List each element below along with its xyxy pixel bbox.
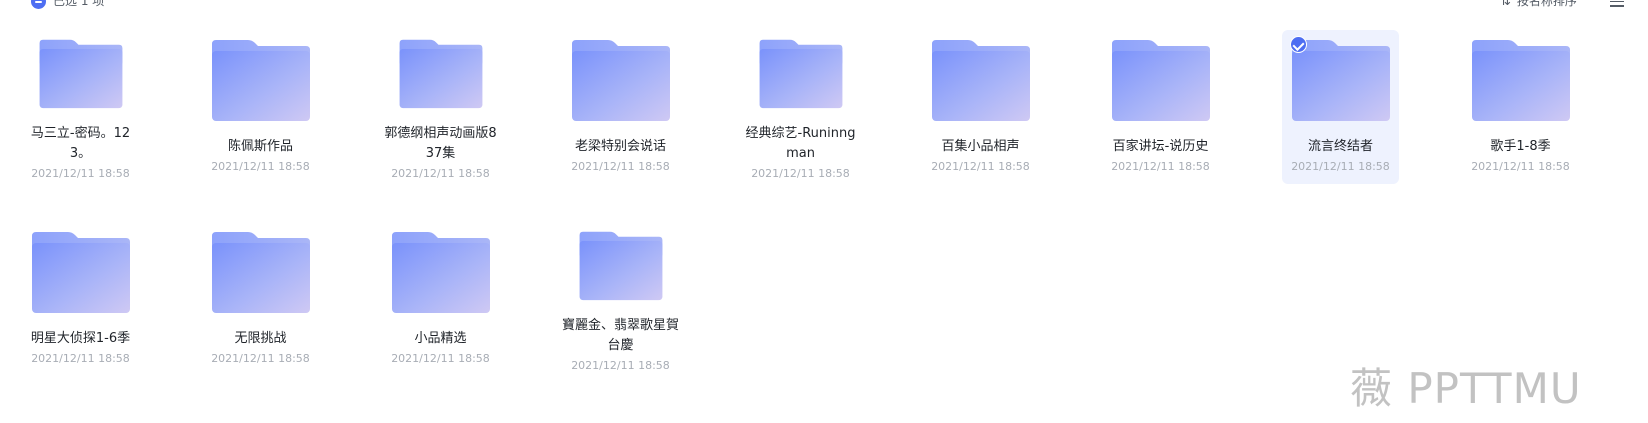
file-name: 百家讲坛-说历史 [1112,139,1209,154]
file-grid: 马三立-密码。123。 2021/12/11 18:58 陈佩斯作品 2021/12… [22,30,1579,376]
sort-icon: ⇅ [1500,0,1511,9]
file-name: 无限挑战 [234,331,287,346]
folder-icon [571,40,670,121]
file-name: 百集小品相声 [941,139,1020,154]
sort-label: 按名称排序 [1516,0,1577,8]
file-item[interactable]: 无限挑战 2021/12/11 18:58 [202,222,319,376]
file-item[interactable]: 陈佩斯作品 2021/12/11 18:58 [202,30,319,184]
toolbar: 已选 1 项 ⇅ 按名称排序 [0,0,1648,14]
file-item[interactable]: 百家讲坛-说历史 2021/12/11 18:58 [1102,30,1219,184]
file-item[interactable]: 百集小品相声 2021/12/11 18:58 [922,30,1039,184]
folder-icon [211,40,310,121]
file-name: 老梁特别会说话 [574,139,666,154]
folder-icon [1291,40,1390,121]
folder-icon [391,232,490,313]
file-name: 小品精选 [414,331,467,346]
file-name: 明星大侦探1-6季 [30,331,131,346]
list-view-icon[interactable] [1610,0,1624,8]
file-date: 2021/12/11 18:58 [31,352,130,365]
file-date: 2021/12/11 18:58 [1291,160,1390,173]
file-name: 陈佩斯作品 [227,139,293,154]
file-date: 2021/12/11 18:58 [211,160,310,173]
file-date: 2021/12/11 18:58 [211,352,310,365]
folder-icon [1471,40,1570,121]
file-date: 2021/12/11 18:58 [391,167,490,180]
file-name: 马三立-密码。123。 [30,126,131,161]
file-date: 2021/12/11 18:58 [391,352,490,365]
file-name: 郭德纲相声动画版837集 [384,126,497,161]
file-date: 2021/12/11 18:58 [751,167,850,180]
deselect-icon[interactable] [31,0,46,9]
file-item[interactable]: 寶麗金、翡翠歌星賀台慶 2021/12/11 18:58 [562,222,679,376]
sort-button[interactable]: ⇅ 按名称排序 [1500,0,1577,9]
folder-icon [39,39,122,109]
file-item[interactable]: 老梁特别会说话 2021/12/11 18:58 [562,30,679,184]
folder-icon [1111,40,1210,121]
file-item[interactable]: 流言终结者 2021/12/11 18:58 [1282,30,1399,184]
folder-icon [211,232,310,313]
file-item[interactable]: 经典综艺-Runinngman 2021/12/11 18:58 [742,30,859,184]
folder-icon [31,232,130,313]
selection-count: 已选 1 项 [53,0,105,8]
file-item[interactable]: 郭德纲相声动画版837集 2021/12/11 18:58 [382,30,499,184]
file-item[interactable]: 歌手1-8季 2021/12/11 18:58 [1462,30,1579,184]
file-date: 2021/12/11 18:58 [1111,160,1210,173]
file-date: 2021/12/11 18:58 [931,160,1030,173]
checkbox-checked-icon[interactable] [1290,36,1307,53]
file-name: 歌手1-8季 [1490,139,1551,154]
file-date: 2021/12/11 18:58 [1471,160,1570,173]
file-item[interactable]: 小品精选 2021/12/11 18:58 [382,222,499,376]
folder-icon [399,39,482,109]
file-date: 2021/12/11 18:58 [31,167,130,180]
file-name: 流言终结者 [1307,139,1373,154]
folder-icon [759,39,842,109]
folder-icon [579,231,662,301]
file-item[interactable]: 明星大侦探1-6季 2021/12/11 18:58 [22,222,139,376]
selection-indicator[interactable]: 已选 1 项 [31,0,104,9]
file-name: 经典综艺-Runinngman [745,126,856,161]
file-name: 寶麗金、翡翠歌星賀台慶 [562,318,680,353]
file-date: 2021/12/11 18:58 [571,359,670,372]
watermark: 薇 PPTTMU [1350,364,1582,413]
file-date: 2021/12/11 18:58 [571,160,670,173]
folder-icon [931,40,1030,121]
file-item[interactable]: 马三立-密码。123。 2021/12/11 18:58 [22,30,139,184]
